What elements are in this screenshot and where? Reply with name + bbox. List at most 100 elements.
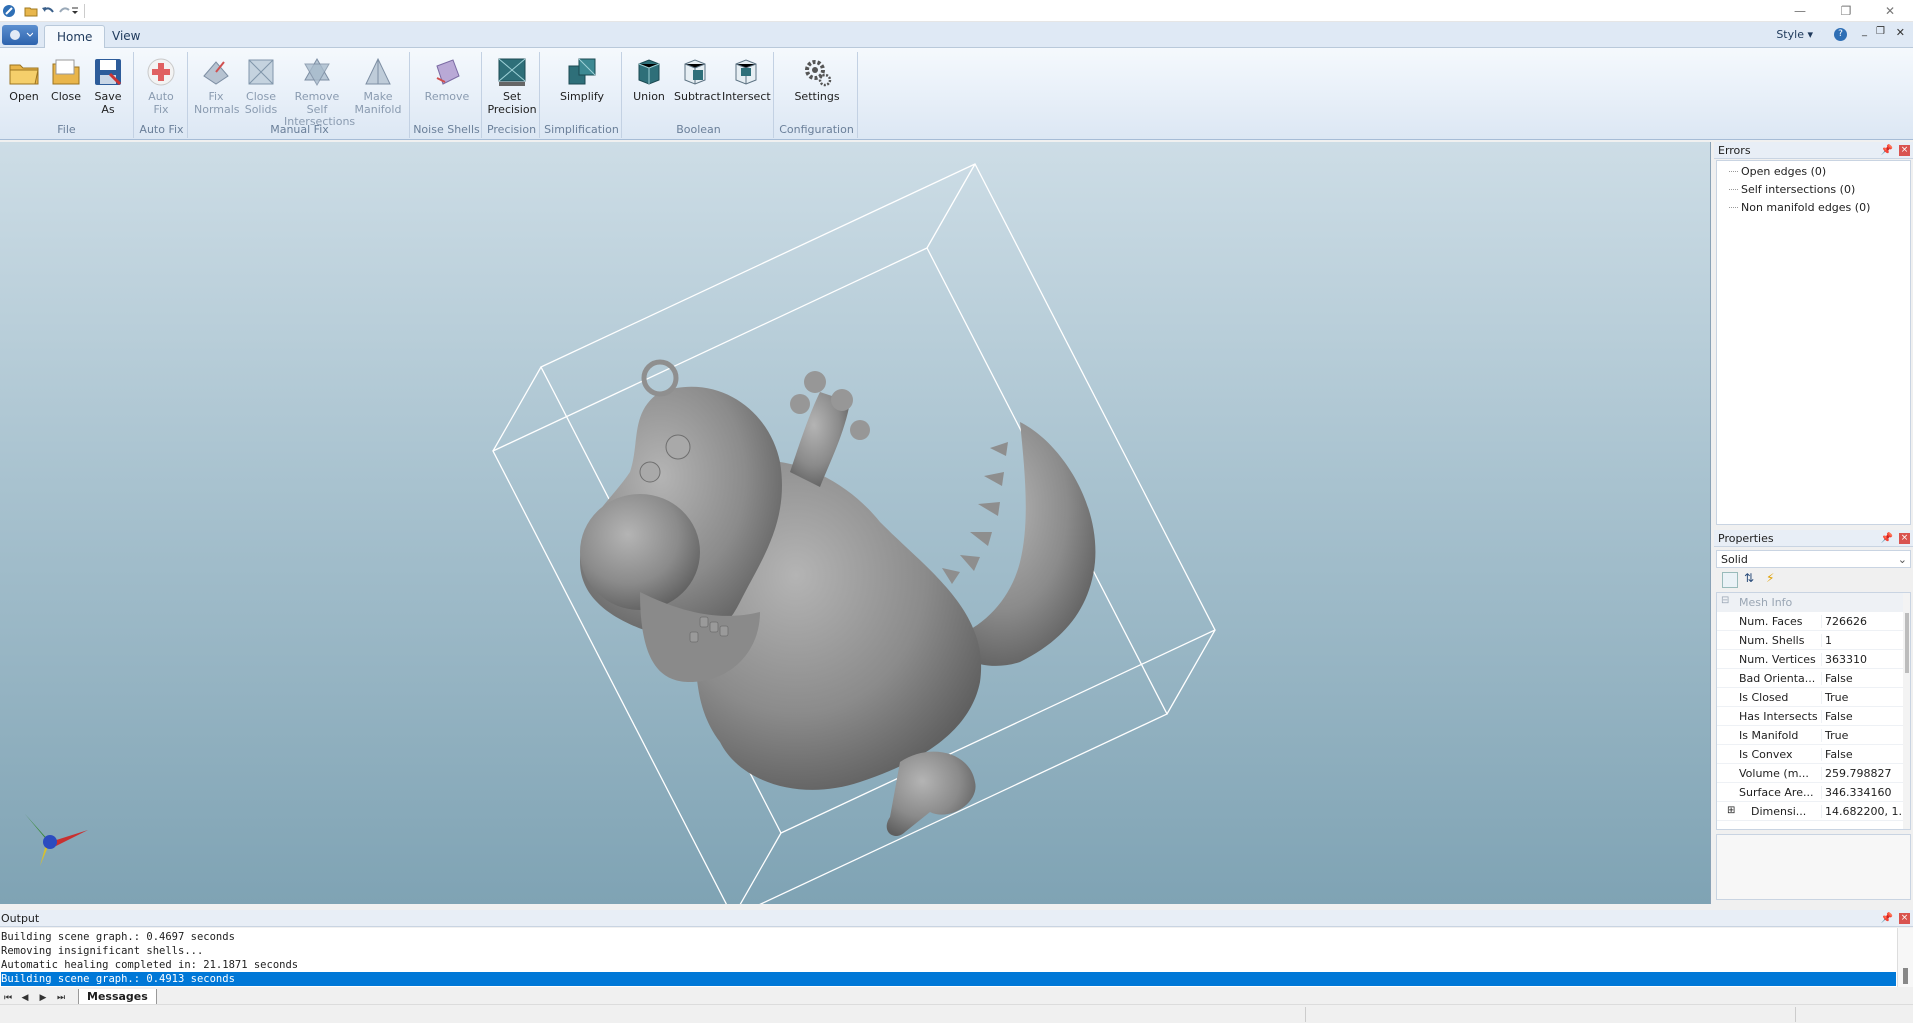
category-label: Mesh Info [1739,596,1793,609]
property-value: False [1821,748,1903,761]
property-value: 14.682200, 1... [1821,805,1903,818]
properties-panel-title: Properties [1718,532,1774,545]
prev-tab-icon[interactable]: ◀ [18,991,32,1005]
open-label: Open [9,90,39,103]
output-log[interactable]: Building scene graph.: 0.4697 seconds Re… [0,928,1897,987]
group-simplification-label: Simplification [544,123,619,136]
property-name: Is Closed [1739,691,1789,704]
open-folder-icon [9,64,39,85]
error-item-open-edges[interactable]: Open edges (0) [1728,165,1826,178]
collapse-icon[interactable]: ⊟ [1721,595,1729,606]
make-manifold-icon [365,57,391,85]
group-precision-label: Precision [486,123,537,136]
customize-dropdown-icon[interactable] [70,2,80,20]
category-row-mesh-info[interactable]: ⊟ Mesh Info [1717,593,1903,612]
property-name: Num. Shells [1739,634,1805,647]
pin-icon[interactable]: 📌 [1881,910,1893,927]
property-row[interactable]: Is Convex False [1717,745,1903,764]
output-scrollbar[interactable] [1897,928,1913,987]
tab-home[interactable]: Home [44,25,106,48]
ribbon-minimize-icon[interactable]: _ [1862,26,1867,37]
property-row[interactable]: Num. Vertices 363310 [1717,650,1903,669]
save-as-button[interactable]: Save As [87,56,129,116]
application-menu-button[interactable] [2,25,38,45]
subtract-icon [684,59,706,85]
settings-button[interactable]: Settings [790,56,844,104]
object-selector[interactable]: Solid ⌄ [1716,550,1911,568]
property-row[interactable]: Is Manifold True [1717,726,1903,745]
orientation-triad-icon[interactable] [25,814,88,866]
remove-shells-button[interactable]: Remove [424,56,470,104]
fix-normals-button[interactable]: Fix Normals [194,56,240,116]
simplify-button[interactable]: Simplify [557,56,607,104]
output-panel-title: Output [1,912,40,925]
3d-viewport[interactable] [0,142,1711,904]
remove-shells-icon [436,59,460,85]
close-icon[interactable]: × [1899,913,1910,924]
events-lightning-icon[interactable]: ⚡ [1766,571,1774,585]
close-icon[interactable]: × [1899,145,1910,156]
open-folder-icon[interactable] [22,2,40,20]
restore-button[interactable]: ❐ [1823,0,1869,22]
close-icon[interactable]: × [1899,533,1910,544]
simplify-icon [568,58,596,85]
property-row[interactable]: Has Intersects False [1717,707,1903,726]
next-tab-icon[interactable]: ▶ [36,991,50,1005]
help-icon[interactable]: ? [1834,28,1847,41]
open-button[interactable]: Open [3,56,45,104]
remove-self-intersections-button[interactable]: Remove Self Intersections [284,56,355,129]
make-manifold-button[interactable]: Make Manifold [352,56,404,116]
property-value: 346.334160 [1821,786,1903,799]
scrollbar-thumb[interactable] [1905,613,1909,673]
intersect-button[interactable]: Intersect [722,56,771,104]
set-precision-label: Set Precision [487,90,537,116]
log-line-selected: Building scene graph.: 0.4913 seconds [1,972,1896,986]
title-bar: — ❐ ✕ [0,0,1913,22]
property-name: Num. Faces [1739,615,1803,628]
tab-view[interactable]: View [100,25,152,48]
last-tab-icon[interactable]: ⏭ [54,991,68,1005]
viewport-canvas[interactable] [0,142,1711,904]
first-tab-icon[interactable]: ⏮ [1,991,15,1005]
property-row[interactable]: Num. Shells 1 [1717,631,1903,650]
close-solids-button[interactable]: Close Solids [240,56,282,116]
scrollbar-thumb[interactable] [1903,968,1908,984]
property-name: Num. Vertices [1739,653,1816,666]
union-icon [638,59,660,85]
property-row[interactable]: Surface Are... 346.334160 [1717,783,1903,802]
first-aid-icon [147,58,175,86]
set-precision-button[interactable]: Set Precision [487,56,537,116]
categorized-icon[interactable] [1722,572,1738,588]
intersect-label: Intersect [722,90,771,103]
group-file: Open Close Save As File [0,52,134,138]
3d-model-dinosaur[interactable] [580,359,1096,837]
property-row[interactable]: Is Closed True [1717,688,1903,707]
remove-label: Remove [424,90,470,103]
property-row[interactable]: Bad Orienta... False [1717,669,1903,688]
expand-icon[interactable]: ⊞ [1727,805,1735,816]
fix-normals-icon [203,61,229,85]
property-row[interactable]: ⊞ Dimensi... 14.682200, 1... [1717,802,1903,821]
property-description-area [1716,834,1911,900]
subtract-button[interactable]: Subtract [674,56,721,104]
auto-fix-button[interactable]: Auto Fix [140,56,182,116]
union-button[interactable]: Union [628,56,670,104]
close-button[interactable]: Close [45,56,87,104]
property-row[interactable]: Num. Faces 726626 [1717,612,1903,631]
ribbon-close-icon[interactable]: ✕ [1896,26,1905,39]
undo-icon[interactable] [39,2,57,20]
pin-icon[interactable]: 📌 [1881,530,1893,547]
minimize-button[interactable]: — [1777,0,1823,22]
style-menu[interactable]: Style ▾ [1776,28,1813,41]
ribbon-restore-icon[interactable]: ❐ [1876,26,1885,37]
close-solids-icon [248,59,274,85]
pin-icon[interactable]: 📌 [1881,142,1893,159]
error-item-self-intersections[interactable]: Self intersections (0) [1728,183,1855,196]
close-window-button[interactable]: ✕ [1867,0,1913,22]
property-row[interactable]: Volume (m... 259.798827 [1717,764,1903,783]
app-logo-icon[interactable] [0,2,18,20]
error-item-non-manifold-edges[interactable]: Non manifold edges (0) [1728,201,1870,214]
sort-alpha-icon[interactable]: ⇅ [1744,571,1754,585]
property-grid-scrollbar[interactable] [1903,593,1910,829]
property-value: 726626 [1821,615,1903,628]
